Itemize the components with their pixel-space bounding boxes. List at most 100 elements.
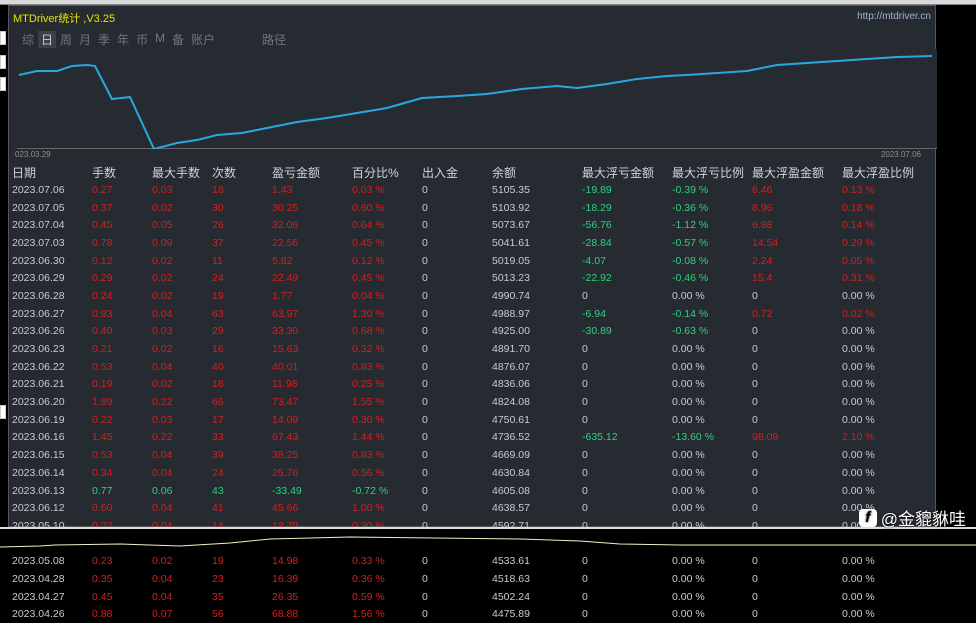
cell-7: 4605.08 <box>492 482 582 500</box>
tab-10[interactable]: 路径 <box>259 31 289 48</box>
table-row[interactable]: 2023.04.260.880.075668.881.56 %04475.890… <box>12 606 922 623</box>
tab-3[interactable]: 月 <box>76 31 94 48</box>
table-row[interactable]: 2023.04.280.350.042316.390.36 %04518.630… <box>12 570 922 588</box>
column-header[interactable]: 最大浮亏比例 <box>672 164 752 181</box>
cell-3: 19 <box>212 287 272 305</box>
cell-4: 33.30 <box>272 323 352 341</box>
cell-0: 2023.06.30 <box>12 252 92 270</box>
cell-6: 0 <box>422 234 492 252</box>
cell-7: 5041.61 <box>492 234 582 252</box>
cell-5: 1.56 % <box>352 606 422 623</box>
cell-10: 0 <box>752 570 842 588</box>
column-header[interactable]: 余额 <box>492 164 582 181</box>
website-link[interactable]: http://mtdriver.cn <box>857 11 931 22</box>
cell-6: 0 <box>422 446 492 464</box>
cell-3: 18 <box>212 181 272 199</box>
cell-4: 68.88 <box>272 606 352 623</box>
tab-0[interactable]: 综 <box>19 31 37 48</box>
table-row[interactable]: 2023.06.140.340.042425.760.56 %04630.840… <box>12 464 922 482</box>
column-header[interactable]: 百分比% <box>352 164 422 181</box>
cell-8: 0 <box>582 570 672 588</box>
cell-9: 0.00 % <box>672 482 752 500</box>
cell-1: 0.77 <box>92 482 152 500</box>
cell-11: 0.00 % <box>842 482 922 500</box>
table-row[interactable]: 2023.06.201.890.226673.471.55 %04824.080… <box>12 393 922 411</box>
cell-9: -0.39 % <box>672 181 752 199</box>
cell-7: 5073.67 <box>492 216 582 234</box>
cell-6: 0 <box>422 570 492 588</box>
cell-2: 0.04 <box>152 499 212 517</box>
cell-10: 0 <box>752 446 842 464</box>
table-row[interactable]: 2023.06.230.210.021615.630.32 %04891.700… <box>12 340 922 358</box>
column-header[interactable]: 最大手数 <box>152 164 212 181</box>
column-header[interactable]: 最大浮盈金额 <box>752 164 842 181</box>
cell-0: 2023.04.27 <box>12 588 92 606</box>
tab-2[interactable]: 周 <box>57 31 75 48</box>
table-row[interactable]: 2023.07.060.270.03181.430.03 %05105.35-1… <box>12 181 922 199</box>
tab-5[interactable]: 年 <box>114 31 132 48</box>
cell-1: 0.12 <box>92 252 152 270</box>
table-row[interactable]: 2023.06.220.530.044040.010.83 %04876.070… <box>12 358 922 376</box>
cell-3: 37 <box>212 234 272 252</box>
cell-8: 0 <box>582 588 672 606</box>
equity-chart <box>17 49 937 149</box>
platform-logo-icon: f <box>859 509 877 527</box>
table-row[interactable]: 2023.06.130.770.0643-33.49-0.72 %04605.0… <box>12 482 922 500</box>
cell-11: 0.00 % <box>842 446 922 464</box>
cell-4: 73.47 <box>272 393 352 411</box>
cell-3: 35 <box>212 588 272 606</box>
tab-4[interactable]: 季 <box>95 31 113 48</box>
column-header[interactable]: 次数 <box>212 164 272 181</box>
cell-7: 4502.24 <box>492 588 582 606</box>
table-header: 日期手数最大手数次数盈亏金额百分比%出入金余额最大浮亏金额最大浮亏比例最大浮盈金… <box>12 164 922 181</box>
cell-3: 43 <box>212 482 272 500</box>
chart-start-label: 023.03.29 <box>15 150 51 159</box>
table-row[interactable]: 2023.04.270.450.043526.350.59 %04502.240… <box>12 588 922 606</box>
cell-9: -0.08 % <box>672 252 752 270</box>
column-header[interactable]: 手数 <box>92 164 152 181</box>
tab-6[interactable]: 币 <box>133 31 151 48</box>
cell-8: -6.94 <box>582 305 672 323</box>
cell-9: 0.00 % <box>672 340 752 358</box>
cell-8: -4.07 <box>582 252 672 270</box>
period-tabs: 综日周月季年币M备账户 路径 <box>19 31 290 48</box>
cell-8: -22.92 <box>582 269 672 287</box>
column-header[interactable]: 盈亏金额 <box>272 164 352 181</box>
column-header[interactable]: 日期 <box>12 164 92 181</box>
table-row[interactable]: 2023.06.280.240.02191.770.04 %04990.7400… <box>12 287 922 305</box>
cell-7: 4630.84 <box>492 464 582 482</box>
cell-6: 0 <box>422 181 492 199</box>
cell-0: 2023.07.04 <box>12 216 92 234</box>
cell-11: 0.00 % <box>842 287 922 305</box>
tab-9[interactable]: 账户 <box>188 31 218 48</box>
cell-10: 0 <box>752 340 842 358</box>
tab-8[interactable]: 备 <box>169 31 187 48</box>
column-header[interactable]: 出入金 <box>422 164 492 181</box>
table-row[interactable]: 2023.06.290.290.022422.490.45 %05013.23-… <box>12 269 922 287</box>
tab-1[interactable]: 日 <box>38 31 56 48</box>
cell-2: 0.06 <box>152 482 212 500</box>
cell-7: 4736.52 <box>492 429 582 447</box>
table-row[interactable]: 2023.06.260.400.032933.300.68 %04925.00-… <box>12 323 922 341</box>
table-row[interactable]: 2023.06.161.450.223367.431.44 %04736.52-… <box>12 429 922 447</box>
cell-11: 0.18 % <box>842 199 922 217</box>
column-header[interactable]: 最大浮亏金额 <box>582 164 672 181</box>
cell-0: 2023.06.22 <box>12 358 92 376</box>
tab-7[interactable]: M <box>152 31 168 48</box>
table-row[interactable]: 2023.06.270.930.046363.971.30 %04988.97-… <box>12 305 922 323</box>
table-row[interactable]: 2023.06.300.120.02115.820.12 %05019.05-4… <box>12 252 922 270</box>
cell-2: 0.07 <box>152 606 212 623</box>
cell-8: -28.84 <box>582 234 672 252</box>
table-row[interactable]: 2023.07.030.780.093722.560.45 %05041.61-… <box>12 234 922 252</box>
column-header[interactable]: 最大浮盈比例 <box>842 164 922 181</box>
cell-11: 0.00 % <box>842 340 922 358</box>
cell-2: 0.04 <box>152 446 212 464</box>
table-row[interactable]: 2023.06.120.600.044145.661.00 %04638.570… <box>12 499 922 517</box>
cell-10: 0 <box>752 606 842 623</box>
table-row[interactable]: 2023.07.040.450.052632.060.64 %05073.67-… <box>12 216 922 234</box>
cell-7: 5019.05 <box>492 252 582 270</box>
table-row[interactable]: 2023.06.150.530.043938.250.83 %04669.090… <box>12 446 922 464</box>
table-row[interactable]: 2023.06.190.220.031714.090.30 %04750.610… <box>12 411 922 429</box>
table-row[interactable]: 2023.07.050.370.023030.250.60 %05103.92-… <box>12 199 922 217</box>
table-row[interactable]: 2023.06.210.190.021811.980.25 %04836.060… <box>12 376 922 394</box>
